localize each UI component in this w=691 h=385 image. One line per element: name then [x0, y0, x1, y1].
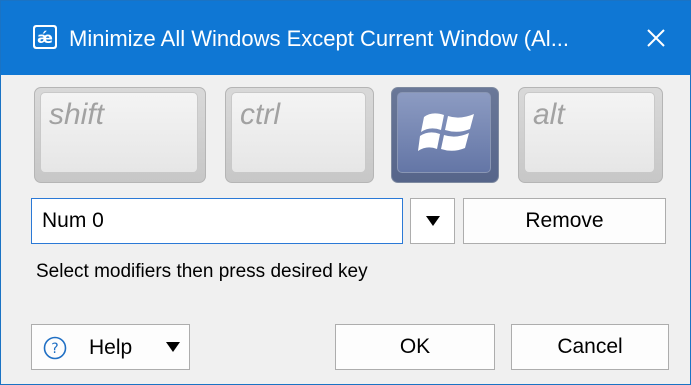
instruction-text: Select modifiers then press desired key [36, 261, 368, 282]
shift-key-label: shift [49, 98, 105, 131]
windows-logo-icon [418, 113, 474, 151]
shift-key-toggle[interactable]: shift [34, 87, 206, 183]
window-title: Minimize All Windows Except Current Wind… [69, 26, 570, 51]
close-icon [647, 29, 665, 47]
hotkey-app-icon: ǽ [33, 25, 57, 49]
alt-key-toggle[interactable]: alt [518, 87, 663, 183]
ctrl-key-toggle[interactable]: ctrl [225, 87, 374, 183]
svg-text:?: ? [51, 341, 58, 357]
ctrl-key-label: ctrl [240, 98, 280, 131]
hotkey-dialog: ǽ Minimize All Windows Except Current Wi… [0, 0, 691, 385]
windows-key-toggle[interactable] [391, 87, 499, 183]
remove-button[interactable]: Remove [463, 198, 666, 244]
cancel-button[interactable]: Cancel [511, 324, 669, 370]
alt-key-label: alt [533, 98, 565, 131]
title-bar: ǽ Minimize All Windows Except Current Wi… [1, 1, 690, 75]
ok-button[interactable]: OK [335, 324, 495, 370]
close-button[interactable] [637, 19, 675, 57]
triangle-down-icon [425, 216, 440, 226]
chevron-down-icon [166, 342, 180, 352]
key-dropdown-button[interactable] [410, 198, 455, 244]
svg-text:ǽ: ǽ [37, 29, 53, 47]
help-button[interactable]: ? Help [31, 324, 190, 370]
hotkey-input[interactable] [31, 198, 403, 244]
help-label: Help [89, 336, 133, 359]
question-circle-icon: ? [43, 336, 67, 360]
